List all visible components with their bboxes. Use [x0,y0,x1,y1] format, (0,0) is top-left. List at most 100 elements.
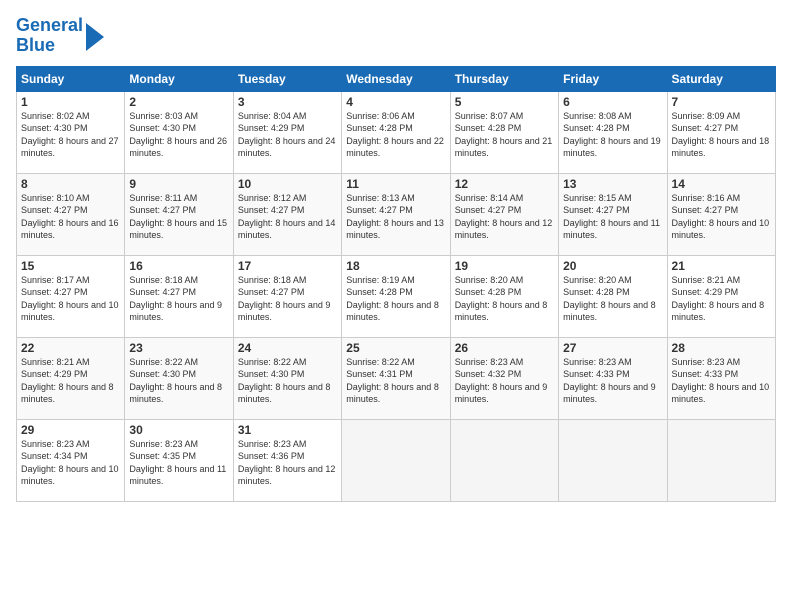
day-info: Sunrise: 8:12 AM Sunset: 4:27 PM Dayligh… [238,192,337,242]
day-info: Sunrise: 8:23 AM Sunset: 4:34 PM Dayligh… [21,438,120,488]
day-info: Sunrise: 8:22 AM Sunset: 4:30 PM Dayligh… [238,356,337,406]
day-info: Sunrise: 8:02 AM Sunset: 4:30 PM Dayligh… [21,110,120,160]
day-number: 19 [455,259,554,273]
col-header-saturday: Saturday [667,66,775,91]
day-number: 24 [238,341,337,355]
calendar-cell: 7 Sunrise: 8:09 AM Sunset: 4:27 PM Dayli… [667,91,775,173]
col-header-thursday: Thursday [450,66,558,91]
calendar-cell: 6 Sunrise: 8:08 AM Sunset: 4:28 PM Dayli… [559,91,667,173]
day-number: 30 [129,423,228,437]
day-info: Sunrise: 8:19 AM Sunset: 4:28 PM Dayligh… [346,274,445,324]
page-container: General Blue SundayMondayTuesdayWednesda… [0,0,792,510]
calendar-cell: 8 Sunrise: 8:10 AM Sunset: 4:27 PM Dayli… [17,173,125,255]
calendar-cell: 23 Sunrise: 8:22 AM Sunset: 4:30 PM Dayl… [125,337,233,419]
day-info: Sunrise: 8:03 AM Sunset: 4:30 PM Dayligh… [129,110,228,160]
logo-blue: Blue [16,35,55,55]
day-info: Sunrise: 8:09 AM Sunset: 4:27 PM Dayligh… [672,110,771,160]
calendar-week-row: 29 Sunrise: 8:23 AM Sunset: 4:34 PM Dayl… [17,419,776,501]
calendar-cell: 2 Sunrise: 8:03 AM Sunset: 4:30 PM Dayli… [125,91,233,173]
page-header: General Blue [16,16,776,56]
calendar-cell: 3 Sunrise: 8:04 AM Sunset: 4:29 PM Dayli… [233,91,341,173]
day-number: 31 [238,423,337,437]
day-info: Sunrise: 8:04 AM Sunset: 4:29 PM Dayligh… [238,110,337,160]
col-header-wednesday: Wednesday [342,66,450,91]
day-number: 4 [346,95,445,109]
day-number: 13 [563,177,662,191]
calendar-cell: 24 Sunrise: 8:22 AM Sunset: 4:30 PM Dayl… [233,337,341,419]
calendar-cell [450,419,558,501]
day-number: 22 [21,341,120,355]
col-header-tuesday: Tuesday [233,66,341,91]
day-number: 23 [129,341,228,355]
calendar-cell: 13 Sunrise: 8:15 AM Sunset: 4:27 PM Dayl… [559,173,667,255]
day-number: 11 [346,177,445,191]
calendar-cell: 15 Sunrise: 8:17 AM Sunset: 4:27 PM Dayl… [17,255,125,337]
day-info: Sunrise: 8:08 AM Sunset: 4:28 PM Dayligh… [563,110,662,160]
calendar-week-row: 15 Sunrise: 8:17 AM Sunset: 4:27 PM Dayl… [17,255,776,337]
day-info: Sunrise: 8:16 AM Sunset: 4:27 PM Dayligh… [672,192,771,242]
day-info: Sunrise: 8:17 AM Sunset: 4:27 PM Dayligh… [21,274,120,324]
day-info: Sunrise: 8:18 AM Sunset: 4:27 PM Dayligh… [129,274,228,324]
calendar-table: SundayMondayTuesdayWednesdayThursdayFrid… [16,66,776,502]
calendar-cell: 26 Sunrise: 8:23 AM Sunset: 4:32 PM Dayl… [450,337,558,419]
day-number: 15 [21,259,120,273]
day-info: Sunrise: 8:10 AM Sunset: 4:27 PM Dayligh… [21,192,120,242]
calendar-header-row: SundayMondayTuesdayWednesdayThursdayFrid… [17,66,776,91]
calendar-week-row: 1 Sunrise: 8:02 AM Sunset: 4:30 PM Dayli… [17,91,776,173]
calendar-cell: 1 Sunrise: 8:02 AM Sunset: 4:30 PM Dayli… [17,91,125,173]
day-info: Sunrise: 8:23 AM Sunset: 4:36 PM Dayligh… [238,438,337,488]
calendar-cell: 25 Sunrise: 8:22 AM Sunset: 4:31 PM Dayl… [342,337,450,419]
day-number: 16 [129,259,228,273]
calendar-cell: 28 Sunrise: 8:23 AM Sunset: 4:33 PM Dayl… [667,337,775,419]
day-number: 5 [455,95,554,109]
calendar-cell: 30 Sunrise: 8:23 AM Sunset: 4:35 PM Dayl… [125,419,233,501]
day-info: Sunrise: 8:21 AM Sunset: 4:29 PM Dayligh… [21,356,120,406]
calendar-cell: 31 Sunrise: 8:23 AM Sunset: 4:36 PM Dayl… [233,419,341,501]
calendar-week-row: 8 Sunrise: 8:10 AM Sunset: 4:27 PM Dayli… [17,173,776,255]
calendar-cell: 17 Sunrise: 8:18 AM Sunset: 4:27 PM Dayl… [233,255,341,337]
calendar-cell: 12 Sunrise: 8:14 AM Sunset: 4:27 PM Dayl… [450,173,558,255]
day-number: 3 [238,95,337,109]
day-info: Sunrise: 8:23 AM Sunset: 4:32 PM Dayligh… [455,356,554,406]
day-info: Sunrise: 8:15 AM Sunset: 4:27 PM Dayligh… [563,192,662,242]
calendar-week-row: 22 Sunrise: 8:21 AM Sunset: 4:29 PM Dayl… [17,337,776,419]
logo-arrow-icon [86,23,104,51]
day-number: 29 [21,423,120,437]
calendar-cell: 29 Sunrise: 8:23 AM Sunset: 4:34 PM Dayl… [17,419,125,501]
day-info: Sunrise: 8:13 AM Sunset: 4:27 PM Dayligh… [346,192,445,242]
day-info: Sunrise: 8:07 AM Sunset: 4:28 PM Dayligh… [455,110,554,160]
day-number: 8 [21,177,120,191]
day-info: Sunrise: 8:23 AM Sunset: 4:35 PM Dayligh… [129,438,228,488]
calendar-cell [667,419,775,501]
calendar-cell: 9 Sunrise: 8:11 AM Sunset: 4:27 PM Dayli… [125,173,233,255]
day-number: 7 [672,95,771,109]
day-info: Sunrise: 8:06 AM Sunset: 4:28 PM Dayligh… [346,110,445,160]
day-info: Sunrise: 8:18 AM Sunset: 4:27 PM Dayligh… [238,274,337,324]
day-info: Sunrise: 8:11 AM Sunset: 4:27 PM Dayligh… [129,192,228,242]
day-number: 14 [672,177,771,191]
day-info: Sunrise: 8:14 AM Sunset: 4:27 PM Dayligh… [455,192,554,242]
day-number: 17 [238,259,337,273]
calendar-cell: 18 Sunrise: 8:19 AM Sunset: 4:28 PM Dayl… [342,255,450,337]
calendar-cell: 11 Sunrise: 8:13 AM Sunset: 4:27 PM Dayl… [342,173,450,255]
logo-text: General Blue [16,16,83,56]
day-number: 21 [672,259,771,273]
day-info: Sunrise: 8:23 AM Sunset: 4:33 PM Dayligh… [563,356,662,406]
day-info: Sunrise: 8:22 AM Sunset: 4:31 PM Dayligh… [346,356,445,406]
day-number: 26 [455,341,554,355]
day-number: 25 [346,341,445,355]
calendar-cell: 27 Sunrise: 8:23 AM Sunset: 4:33 PM Dayl… [559,337,667,419]
day-number: 6 [563,95,662,109]
day-info: Sunrise: 8:23 AM Sunset: 4:33 PM Dayligh… [672,356,771,406]
col-header-friday: Friday [559,66,667,91]
col-header-monday: Monday [125,66,233,91]
calendar-cell: 22 Sunrise: 8:21 AM Sunset: 4:29 PM Dayl… [17,337,125,419]
day-info: Sunrise: 8:20 AM Sunset: 4:28 PM Dayligh… [455,274,554,324]
day-number: 28 [672,341,771,355]
calendar-cell: 16 Sunrise: 8:18 AM Sunset: 4:27 PM Dayl… [125,255,233,337]
day-info: Sunrise: 8:21 AM Sunset: 4:29 PM Dayligh… [672,274,771,324]
col-header-sunday: Sunday [17,66,125,91]
day-number: 9 [129,177,228,191]
calendar-cell: 5 Sunrise: 8:07 AM Sunset: 4:28 PM Dayli… [450,91,558,173]
logo-general: General [16,15,83,35]
